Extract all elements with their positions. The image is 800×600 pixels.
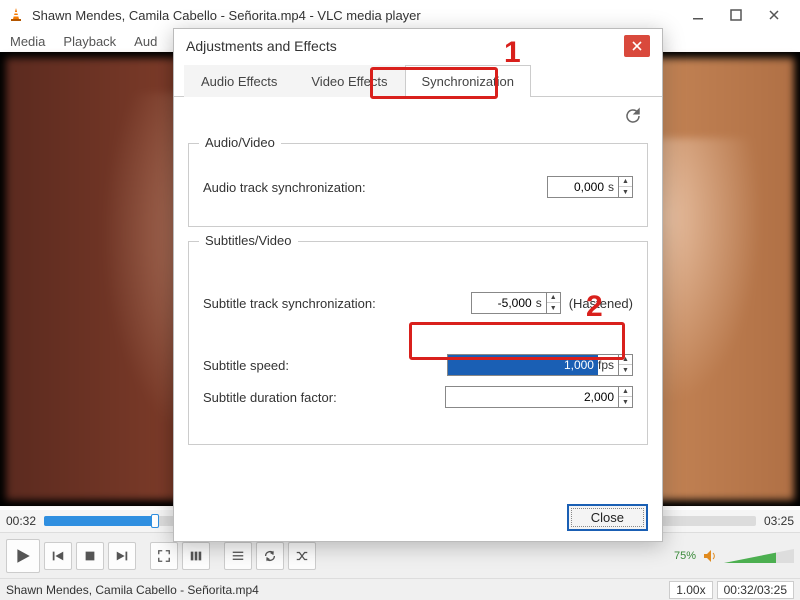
menu-media[interactable]: Media (10, 34, 45, 49)
statusbar: Shawn Mendes, Camila Cabello - Señorita.… (0, 578, 800, 600)
tab-video-effects[interactable]: Video Effects (294, 65, 404, 97)
stop-button[interactable] (76, 542, 104, 570)
sub-sync-label: Subtitle track synchronization: (203, 296, 471, 311)
random-button[interactable] (288, 542, 316, 570)
menu-playback[interactable]: Playback (63, 34, 116, 49)
sub-speed-unit: fps (598, 358, 618, 372)
status-time: 00:32/03:25 (717, 581, 794, 599)
sub-sync-spinner[interactable]: s ▲▼ (471, 292, 561, 314)
sub-dur-label: Subtitle duration factor: (203, 390, 445, 405)
seek-knob[interactable] (151, 514, 159, 528)
sub-speed-input[interactable] (448, 355, 598, 375)
audio-sync-label: Audio track synchronization: (203, 180, 547, 195)
next-button[interactable] (108, 542, 136, 570)
spin-up-icon[interactable]: ▲ (619, 355, 632, 365)
play-button[interactable] (6, 539, 40, 573)
tab-synchronization[interactable]: Synchronization (405, 65, 532, 97)
maximize-button[interactable] (718, 2, 754, 28)
menu-audio[interactable]: Aud (134, 34, 157, 49)
spin-down-icon[interactable]: ▼ (547, 303, 560, 313)
spin-down-icon[interactable]: ▼ (619, 187, 632, 197)
spin-down-icon[interactable]: ▼ (619, 397, 632, 407)
group-subtitles-legend: Subtitles/Video (199, 233, 298, 248)
status-filename: Shawn Mendes, Camila Cabello - Señorita.… (6, 583, 259, 597)
close-icon (632, 41, 642, 51)
group-audio-video: Audio/Video Audio track synchronization:… (188, 143, 648, 227)
group-subtitles-video: Subtitles/Video Subtitle track synchroni… (188, 241, 648, 445)
group-audio-video-legend: Audio/Video (199, 135, 281, 150)
dialog-title: Adjustments and Effects (186, 38, 337, 54)
minimize-button[interactable] (680, 2, 716, 28)
audio-sync-unit: s (608, 180, 618, 194)
speaker-icon[interactable] (702, 548, 718, 564)
time-current: 00:32 (6, 514, 36, 528)
sub-sync-note: (Hastened) (569, 296, 633, 311)
window-title: Shawn Mendes, Camila Cabello - Señorita.… (32, 8, 421, 23)
spin-up-icon[interactable]: ▲ (619, 387, 632, 397)
loop-button[interactable] (256, 542, 284, 570)
tab-audio-effects[interactable]: Audio Effects (184, 65, 294, 97)
vlc-logo-icon (8, 7, 24, 23)
seek-progress (44, 516, 151, 526)
refresh-icon (624, 107, 642, 125)
sub-sync-unit: s (536, 296, 546, 310)
sub-sync-input[interactable] (472, 293, 536, 313)
volume-percent: 75% (674, 550, 696, 562)
spin-up-icon[interactable]: ▲ (547, 293, 560, 303)
dialog-tabs: Audio Effects Video Effects Synchronizat… (174, 63, 662, 97)
playlist-button[interactable] (224, 542, 252, 570)
sub-speed-spinner[interactable]: fps ▲▼ (447, 354, 633, 376)
close-window-button[interactable] (756, 2, 792, 28)
dialog-close-button[interactable] (624, 35, 650, 57)
sub-dur-input[interactable] (446, 387, 618, 407)
ext-settings-button[interactable] (182, 542, 210, 570)
sub-dur-spinner[interactable]: ▲▼ (445, 386, 633, 408)
prev-button[interactable] (44, 542, 72, 570)
fullscreen-button[interactable] (150, 542, 178, 570)
volume-slider[interactable] (724, 549, 794, 563)
refresh-button[interactable] (624, 107, 646, 129)
audio-sync-spinner[interactable]: s ▲▼ (547, 176, 633, 198)
spin-up-icon[interactable]: ▲ (619, 177, 632, 187)
time-total: 03:25 (764, 514, 794, 528)
status-speed[interactable]: 1.00x (669, 581, 712, 599)
spin-down-icon[interactable]: ▼ (619, 365, 632, 375)
close-button[interactable]: Close (567, 504, 648, 531)
adjustments-dialog: Adjustments and Effects Audio Effects Vi… (173, 28, 663, 542)
window-titlebar: Shawn Mendes, Camila Cabello - Señorita.… (0, 0, 800, 30)
audio-sync-input[interactable] (548, 177, 608, 197)
sub-speed-label: Subtitle speed: (203, 358, 447, 373)
